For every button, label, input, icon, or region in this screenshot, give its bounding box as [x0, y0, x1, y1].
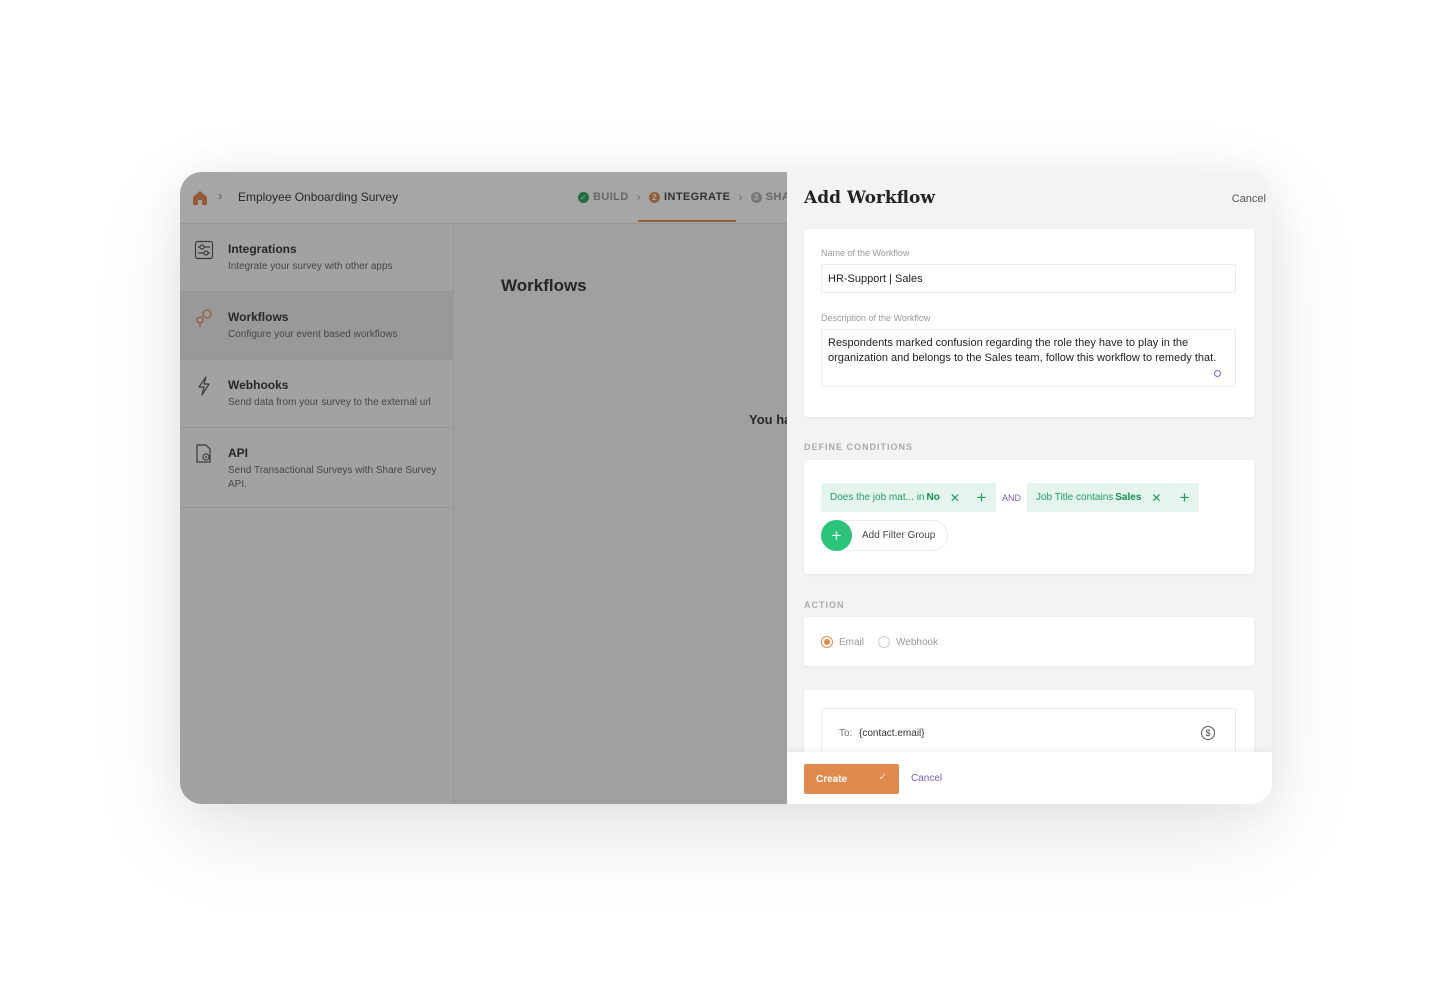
- condition-chip-text: Does the job mat... in: [830, 492, 925, 503]
- condition-chip-value: Sales: [1115, 492, 1142, 503]
- define-conditions-label: DEFINE CONDITIONS: [804, 442, 914, 452]
- workflow-description-label: Description of the Workflow: [821, 313, 931, 323]
- workflow-name-input[interactable]: HR-Support | Sales: [821, 264, 1236, 293]
- action-radio-label: Email: [839, 636, 865, 648]
- add-filter-group-label: Add Filter Group: [862, 530, 936, 541]
- email-to-value: {contact.email}: [859, 728, 925, 739]
- action-card: Email Webhook: [804, 617, 1254, 666]
- condition-chip-job-match[interactable]: Does the job mat... in No ✕: [821, 483, 969, 512]
- action-radio-label: Webhook: [896, 636, 939, 648]
- action-radio-email[interactable]: Email: [821, 636, 864, 648]
- add-workflow-drawer: Add Workflow Cancel Name of the Workflow…: [787, 172, 1272, 804]
- survey-app: › Employee Onboarding Survey ✓ BUILD › 2…: [180, 172, 787, 804]
- add-condition-button[interactable]: +: [967, 483, 996, 512]
- and-operator[interactable]: AND: [1002, 493, 1021, 503]
- app-window: › Employee Onboarding Survey ✓ BUILD › 2…: [180, 172, 1272, 804]
- dollar-icon[interactable]: $: [1201, 726, 1215, 740]
- close-icon[interactable]: ✕: [950, 491, 960, 505]
- action-label: ACTION: [804, 600, 845, 610]
- action-radio-webhook[interactable]: Webhook: [878, 636, 938, 648]
- radio-selected-icon: [821, 636, 833, 648]
- check-icon: ✓: [878, 772, 887, 783]
- email-to-field[interactable]: To: {contact.email} $: [821, 708, 1236, 758]
- workflow-name-label: Name of the Workflow: [821, 248, 910, 258]
- create-button-label: Create: [816, 773, 848, 785]
- condition-chip-text: Job Title contains: [1036, 492, 1114, 503]
- drawer-footer: Create ✓ Cancel: [787, 752, 1272, 804]
- condition-chip-job-title[interactable]: Job Title contains Sales ✕: [1027, 483, 1171, 512]
- email-to-label: To:: [839, 728, 853, 739]
- footer-cancel-link[interactable]: Cancel: [911, 773, 942, 784]
- plus-icon: +: [1179, 487, 1190, 507]
- workflow-description-text: Respondents marked confusion regarding t…: [828, 337, 1217, 364]
- drawer-title: Add Workflow: [804, 188, 935, 208]
- create-button[interactable]: Create ✓: [804, 764, 899, 794]
- add-condition-button[interactable]: +: [1170, 483, 1199, 512]
- close-icon[interactable]: ✕: [1151, 491, 1161, 505]
- plus-icon: +: [976, 487, 987, 507]
- drawer-cancel-link[interactable]: Cancel: [1232, 193, 1266, 205]
- conditions-card: Does the job mat... in No ✕ + AND Job Ti…: [804, 460, 1254, 574]
- workflow-details-card: Name of the Workflow HR-Support | Sales …: [804, 229, 1254, 417]
- workflow-description-textarea[interactable]: Respondents marked confusion regarding t…: [821, 329, 1236, 387]
- plus-icon: +: [821, 520, 852, 551]
- radio-empty-icon: [878, 636, 890, 648]
- modal-overlay[interactable]: [180, 172, 787, 804]
- grammar-check-icon[interactable]: [1214, 370, 1221, 377]
- condition-chip-value: No: [926, 492, 940, 503]
- add-filter-group-button[interactable]: + Add Filter Group: [821, 520, 949, 551]
